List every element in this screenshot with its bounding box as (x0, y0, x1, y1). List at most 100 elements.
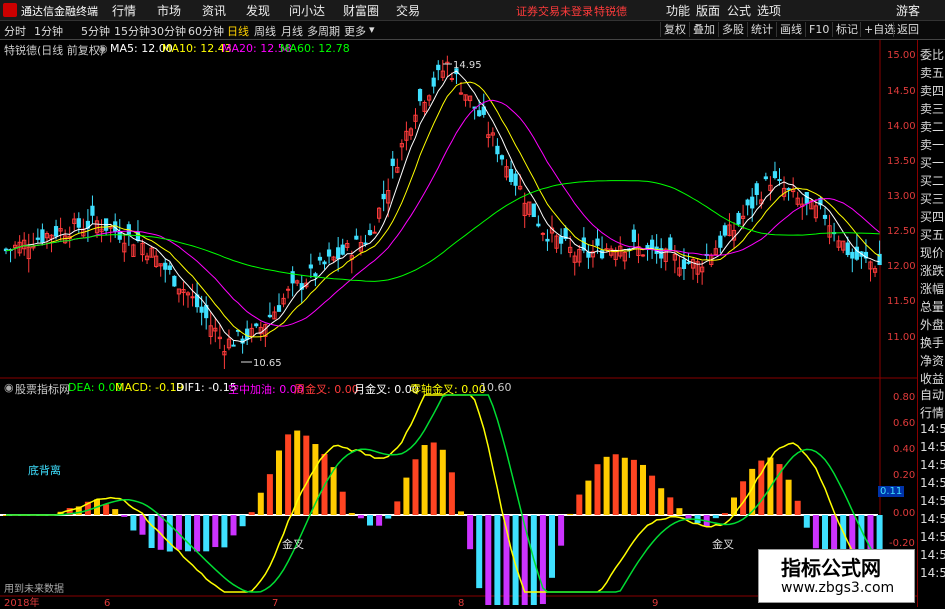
candle-body (631, 229, 636, 243)
quote-item: 涨幅 (920, 282, 945, 296)
candle-body (772, 171, 778, 179)
candle-body (750, 196, 755, 209)
tick-time: 14:5 (920, 548, 945, 562)
macd-bar (412, 459, 419, 515)
candle-body (559, 236, 564, 244)
macd-bar (676, 508, 683, 515)
price-tick: 11.50 (887, 296, 916, 307)
candle-body (381, 193, 386, 200)
macd-bar (621, 457, 628, 515)
candle-body (190, 296, 195, 299)
macd-bar (640, 464, 646, 515)
macd-bar (785, 479, 792, 515)
macd-bar (239, 515, 246, 527)
date-start-label: 2018年 (4, 596, 39, 609)
indicator-tick: 0.20 (893, 470, 916, 481)
tick-time: 14:5 (920, 512, 945, 526)
candle-body (326, 249, 332, 257)
candle-body (681, 259, 687, 270)
indicator-name: 股票指标网 (15, 383, 70, 396)
watermark: 指标公式网 www.zbgs3.com (758, 549, 915, 603)
macd-bar (439, 449, 446, 515)
candle-body (477, 110, 482, 117)
macd-bar (585, 480, 592, 515)
candlestick-group (3, 55, 882, 370)
candle-body (536, 223, 541, 227)
candle-body (431, 77, 436, 87)
chart-canvas: 14.95 10.65 底背离 金叉 金叉 用到未来数据 2018年 6 7 8… (0, 40, 917, 609)
price-tick: 11.00 (887, 332, 916, 343)
ma20-line (5, 99, 880, 327)
macd-bar (649, 475, 656, 515)
candle-body (495, 145, 500, 155)
macd-bar (594, 464, 601, 515)
candle-body (336, 247, 341, 259)
macd-bar (712, 515, 719, 519)
candle-body (367, 230, 373, 236)
candle-body (545, 238, 550, 242)
macd-bar (112, 509, 119, 515)
candle-body (172, 275, 177, 287)
candle-body (540, 232, 545, 235)
candle-body (508, 168, 514, 182)
gear-icon[interactable]: ◉ (4, 381, 14, 394)
quote-item: 卖二 (920, 120, 945, 134)
macd-bar (467, 515, 474, 550)
macd-bar (794, 500, 801, 515)
macd-bar (348, 512, 355, 515)
price-tick: 14.00 (887, 121, 916, 132)
candle-body (322, 261, 327, 265)
candle-body (668, 237, 673, 251)
watermark-title: 指标公式网 (781, 556, 881, 580)
candle-body (686, 261, 691, 264)
quote-item: 净资 (920, 354, 945, 368)
tick-header: 行情 (920, 406, 945, 420)
tick-time: 14:5 (920, 440, 945, 454)
macd-bar (266, 474, 273, 515)
low-annotation: 10.65 (253, 358, 282, 369)
candle-body (822, 214, 828, 219)
candle-body (372, 231, 377, 234)
quote-item: 卖三 (920, 102, 945, 116)
date-month-8: 8 (458, 598, 464, 609)
candle-body (40, 229, 45, 243)
candle-body (308, 264, 313, 269)
tick-time: 14:5 (920, 458, 945, 472)
candle-body (35, 237, 40, 240)
candle-body (163, 262, 168, 270)
ma5-line (5, 70, 880, 343)
macd-bar (658, 488, 665, 515)
ma10-line (5, 81, 880, 338)
quote-item: 现价 (920, 246, 945, 260)
quote-item: 涨跌 (920, 264, 945, 278)
candle-body (167, 265, 172, 270)
indicator-tick: -0.20 (889, 538, 915, 549)
macd-bar (612, 454, 619, 515)
macd-bar (285, 434, 292, 515)
macd-bar (576, 494, 583, 515)
quote-item: 卖五 (920, 66, 945, 80)
candle-body (763, 176, 768, 180)
quote-item: 卖四 (920, 84, 945, 98)
macd-bar (494, 515, 501, 605)
quote-item: 买一 (920, 156, 945, 170)
indicator-extra-value: 10.60 (480, 381, 512, 394)
macd-bar (403, 477, 410, 515)
auto-refresh-toggle[interactable]: 自动 (920, 386, 944, 403)
divergence-label: 底背离 (28, 463, 61, 477)
indicator-header: ◉ 股票指标网 DEA: 0.00 MACD: -0.19 DIF1: -0.1… (0, 379, 945, 396)
quote-item: 卖一 (920, 138, 945, 152)
price-tick: 12.00 (887, 261, 916, 272)
kongzhong-value: 空中加油: 0.00 (228, 383, 304, 396)
current-indicator-value: 0.11 (878, 486, 905, 497)
moving-average-group (5, 70, 880, 343)
golden-cross-label-1: 金叉 (282, 537, 304, 551)
price-tick: 12.50 (887, 226, 916, 237)
macd-bar (603, 456, 610, 515)
candle-body (640, 254, 646, 257)
macd-bar (148, 515, 155, 548)
candle-body (736, 212, 741, 225)
macd-bar (385, 515, 392, 519)
candle-body (722, 225, 727, 236)
macd-bar (230, 515, 237, 536)
